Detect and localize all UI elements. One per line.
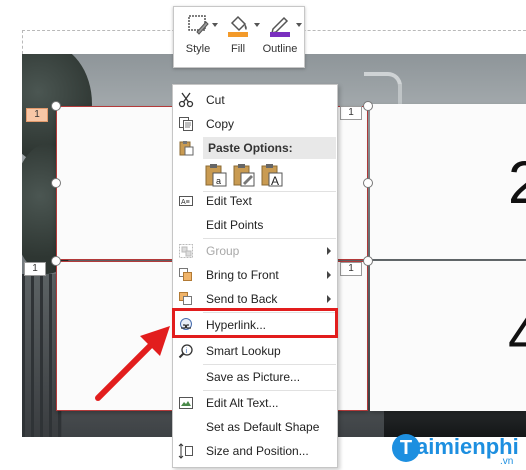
size-position-icon [178, 443, 193, 459]
resize-handle[interactable] [363, 101, 373, 111]
svg-text:a: a [216, 176, 221, 186]
menu-item-edit-text[interactable]: A≡ Edit Text [173, 190, 337, 212]
cell-digit: 2 [508, 149, 526, 216]
scissors-icon [178, 92, 194, 108]
resize-handle[interactable] [51, 178, 61, 188]
outline-button[interactable]: Outline [260, 13, 300, 65]
menu-item-label: Cut [206, 93, 225, 107]
chevron-down-icon[interactable] [254, 23, 260, 27]
menu-item-label: Set as Default Shape [206, 420, 320, 434]
bring-to-front-icon [179, 268, 192, 281]
menu-item-size-and-position[interactable]: Size and Position... [173, 440, 337, 462]
edit-text-icon: A≡ [179, 196, 193, 206]
resize-handle[interactable] [51, 101, 61, 111]
paste-use-destination-theme[interactable]: a [205, 163, 227, 187]
watermark-suffix: .vn [500, 456, 514, 467]
menu-item-save-as-picture[interactable]: Save as Picture... [173, 366, 337, 388]
animation-order-tag: 1 [26, 108, 48, 122]
table-cell-bottom-right[interactable]: 4 [370, 261, 526, 411]
menu-item-label: Size and Position... [206, 444, 309, 458]
copy-icon [179, 117, 193, 131]
menu-item-label: Edit Points [206, 218, 264, 232]
menu-item-bring-to-front[interactable]: Bring to Front [173, 264, 337, 286]
menu-separator [203, 390, 336, 391]
menu-item-label: Edit Alt Text... [206, 396, 279, 410]
svg-text:A: A [271, 174, 279, 187]
menu-item-label: Group [206, 244, 240, 258]
menu-item-label: Smart Lookup [206, 344, 281, 358]
clipboard-icon [179, 141, 194, 156]
submenu-arrow-icon [327, 271, 331, 279]
paste-source-icon [233, 164, 255, 187]
mini-toolbar: Style Fill Outline [173, 6, 305, 68]
cell-digit: 4 [508, 302, 526, 369]
group-icon [179, 244, 193, 258]
menu-item-smart-lookup[interactable]: i Smart Lookup [173, 340, 337, 362]
resize-handle[interactable] [363, 178, 373, 188]
pointer-arrow-annotation [95, 326, 170, 401]
style-label: Style [185, 43, 211, 55]
smart-lookup-icon: i [178, 344, 193, 359]
resize-handle[interactable] [363, 256, 373, 266]
context-menu: Cut Copy Paste Options: a A A≡ Edit Text… [172, 84, 338, 468]
chevron-down-icon[interactable] [212, 23, 218, 27]
menu-item-label: Save as Picture... [206, 370, 301, 384]
fill-label: Fill [230, 43, 246, 55]
menu-item-send-to-back[interactable]: Send to Back [173, 288, 337, 310]
outline-label: Outline [262, 43, 298, 55]
send-to-back-icon [179, 292, 192, 305]
menu-item-cut[interactable]: Cut [173, 89, 337, 111]
animation-order-tag: 1 [340, 106, 362, 120]
animation-order-tag: 1 [24, 262, 46, 276]
paste-options-label: Paste Options: [208, 141, 293, 155]
chevron-down-icon[interactable] [296, 23, 302, 27]
menu-item-group[interactable]: Group [173, 240, 337, 262]
resize-handle[interactable] [51, 256, 61, 266]
submenu-arrow-icon [327, 295, 331, 303]
menu-separator [203, 238, 336, 239]
fill-bucket-icon [228, 15, 248, 37]
menu-item-label: Send to Back [206, 292, 278, 306]
menu-item-label: Edit Text [206, 194, 252, 208]
menu-separator [203, 364, 336, 365]
menu-item-edit-alt-text[interactable]: Edit Alt Text... [173, 392, 337, 414]
menu-item-label: Copy [206, 117, 235, 131]
paste-keep-text-only[interactable]: A [261, 163, 283, 188]
svg-text:A≡: A≡ [181, 199, 190, 206]
animation-order-tag: 1 [340, 262, 362, 276]
submenu-arrow-icon [327, 247, 331, 255]
menu-item-label: Bring to Front [206, 268, 279, 282]
menu-item-set-default-shape[interactable]: Set as Default Shape [173, 416, 337, 438]
menu-item-copy[interactable]: Copy [173, 113, 337, 135]
outline-pen-icon [270, 16, 290, 37]
alt-text-icon [179, 397, 193, 409]
street-lamp [364, 72, 402, 90]
paste-destination-icon: a [205, 164, 227, 187]
paste-keep-source-formatting[interactable] [233, 163, 255, 187]
style-button[interactable]: Style [178, 13, 218, 65]
paste-options-header: Paste Options: [173, 137, 337, 159]
menu-item-edit-points[interactable]: Edit Points [173, 214, 337, 236]
fill-button[interactable]: Fill [218, 13, 258, 65]
shape-style-icon [188, 15, 209, 35]
table-cell-top-right[interactable]: 2 [370, 104, 526, 259]
hyperlink-highlight-box [172, 308, 338, 338]
paste-text-only-icon: A [261, 164, 283, 188]
